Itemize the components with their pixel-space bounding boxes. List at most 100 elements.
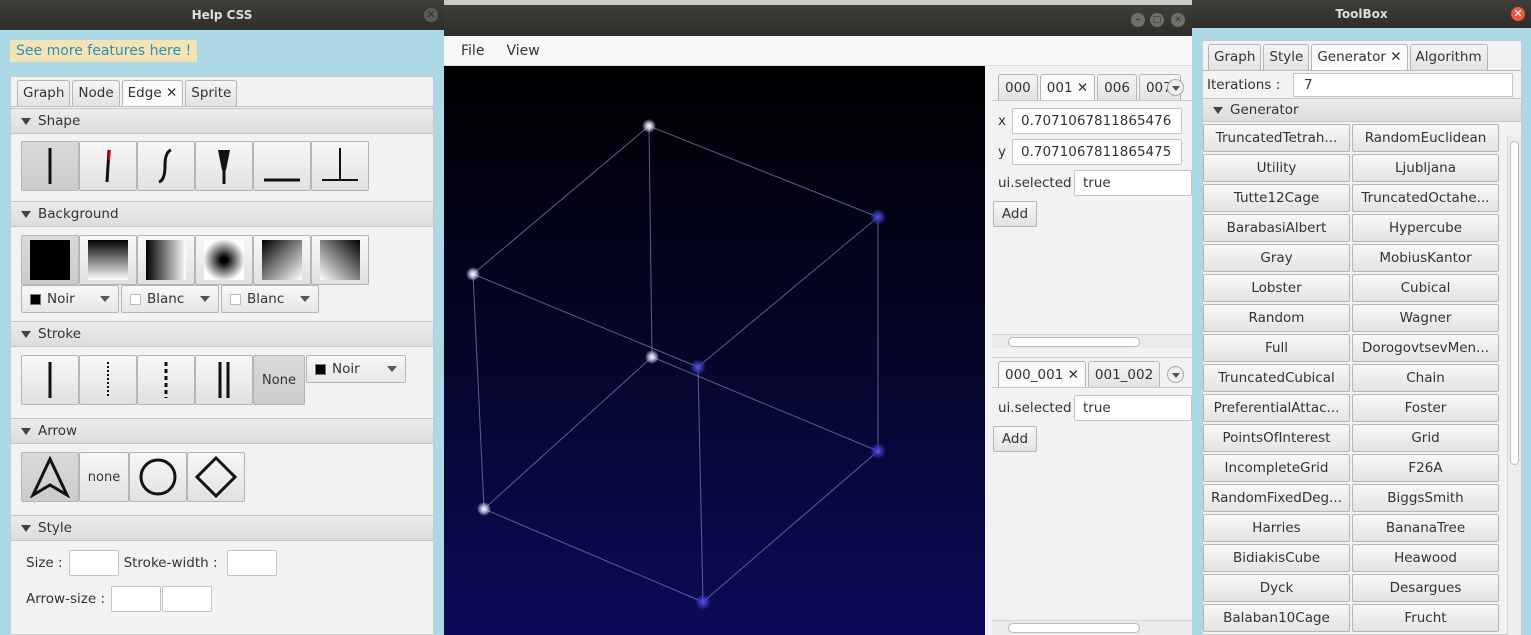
generator-button[interactable]: Dyck bbox=[1203, 574, 1350, 602]
generator-button[interactable]: Random bbox=[1203, 304, 1350, 332]
fill-color-select-1[interactable]: Noir bbox=[21, 285, 119, 313]
tab-generator[interactable]: Generator ✕ bbox=[1311, 44, 1408, 70]
generator-button[interactable]: Heawood bbox=[1352, 544, 1499, 572]
arrow-diamond-button[interactable] bbox=[187, 452, 245, 502]
generator-button[interactable]: Harries bbox=[1203, 514, 1350, 542]
tab-edge-001-002[interactable]: 001_002 bbox=[1087, 361, 1161, 387]
tabs-overflow-icon[interactable] bbox=[1167, 79, 1184, 96]
stroke-width-input[interactable] bbox=[226, 550, 277, 576]
generator-button[interactable]: DorogovtsevMen... bbox=[1352, 334, 1499, 362]
attr-value-ui-selected[interactable]: true bbox=[1074, 169, 1192, 196]
edge-attr-value-ui-selected[interactable]: true bbox=[1074, 394, 1192, 421]
tab-node-006[interactable]: 006 bbox=[1097, 74, 1137, 100]
section-style[interactable]: Style bbox=[11, 515, 433, 541]
stroke-double-button[interactable] bbox=[195, 355, 253, 405]
generator-button[interactable]: Hypercube bbox=[1352, 214, 1499, 242]
tab-node[interactable]: Node bbox=[72, 80, 120, 106]
generator-button[interactable]: TruncatedTetrah... bbox=[1203, 124, 1350, 152]
tab-graph[interactable]: Graph bbox=[1208, 44, 1262, 70]
generator-vscrollbar[interactable] bbox=[1507, 136, 1521, 635]
add-edge-attr-button[interactable]: Add bbox=[993, 426, 1037, 452]
section-generator[interactable]: Generator bbox=[1203, 98, 1521, 122]
close-icon[interactable]: ✕ bbox=[1068, 367, 1079, 383]
scroll-thumb[interactable] bbox=[1008, 337, 1140, 347]
generator-button[interactable]: Foster bbox=[1352, 394, 1499, 422]
generator-button[interactable]: Grid bbox=[1352, 424, 1499, 452]
generator-button[interactable]: BiggsSmith bbox=[1352, 484, 1499, 512]
generator-button[interactable]: Chain bbox=[1352, 364, 1499, 392]
generator-button[interactable]: PreferentialAttac... bbox=[1203, 394, 1350, 422]
shape-cubic-curve-button[interactable] bbox=[137, 141, 195, 191]
generator-button[interactable]: IncompleteGrid bbox=[1203, 454, 1350, 482]
arrow-none-button[interactable]: none bbox=[79, 452, 129, 502]
graph-node[interactable] bbox=[477, 502, 491, 516]
scroll-thumb[interactable] bbox=[1008, 623, 1140, 633]
close-icon[interactable]: ✕ bbox=[166, 85, 177, 101]
graph-node[interactable] bbox=[466, 267, 480, 281]
arrow-size-input-2[interactable] bbox=[162, 586, 212, 612]
generator-button[interactable]: Full bbox=[1203, 334, 1350, 362]
scroll-thumb[interactable] bbox=[1510, 141, 1519, 465]
fill-gradient-vertical-button[interactable] bbox=[79, 235, 137, 285]
section-background[interactable]: Background bbox=[11, 201, 433, 227]
help-css-titlebar[interactable]: Help CSS ✕ bbox=[0, 0, 444, 30]
size-input[interactable] bbox=[68, 550, 119, 576]
tab-algorithm[interactable]: Algorithm bbox=[1409, 44, 1488, 70]
tab-node-000[interactable]: 000 bbox=[998, 74, 1038, 100]
stroke-dashes-button[interactable] bbox=[137, 355, 195, 405]
generator-button[interactable]: Wagner bbox=[1352, 304, 1499, 332]
generator-button[interactable]: TruncatedOctahe... bbox=[1352, 184, 1499, 212]
tabs-overflow-icon[interactable] bbox=[1167, 366, 1184, 383]
arrow-size-input-1[interactable] bbox=[111, 586, 161, 612]
shape-polyline-button[interactable] bbox=[311, 141, 369, 191]
generator-button[interactable]: TruncatedCubical bbox=[1203, 364, 1350, 392]
generator-button[interactable]: BananaTree bbox=[1352, 514, 1499, 542]
arrow-default-button[interactable] bbox=[21, 452, 79, 502]
fill-gradient-diagonal2-button[interactable] bbox=[311, 235, 369, 285]
stroke-dots-button[interactable] bbox=[79, 355, 137, 405]
tab-sprite[interactable]: Sprite bbox=[185, 80, 238, 106]
more-features-link[interactable]: See more features here ! bbox=[10, 40, 198, 62]
graph-node[interactable] bbox=[645, 350, 659, 364]
shape-freeplane-button[interactable] bbox=[253, 141, 311, 191]
graph-node[interactable] bbox=[642, 119, 656, 133]
shape-line-button[interactable] bbox=[21, 141, 79, 191]
close-icon[interactable]: ✕ bbox=[424, 8, 438, 22]
close-icon[interactable]: ✕ bbox=[1511, 7, 1525, 21]
graph-node[interactable] bbox=[695, 594, 711, 610]
viewer-titlebar[interactable]: – □ ✕ bbox=[444, 5, 1192, 36]
graph-node[interactable] bbox=[870, 209, 886, 225]
section-arrow[interactable]: Arrow bbox=[11, 418, 433, 444]
generator-button[interactable]: RandomFixedDeg... bbox=[1203, 484, 1350, 512]
shape-blob-button[interactable] bbox=[195, 141, 253, 191]
shape-angle-button[interactable] bbox=[79, 141, 137, 191]
generator-button[interactable]: PointsOfInterest bbox=[1203, 424, 1350, 452]
generator-button[interactable]: Ljubljana bbox=[1352, 154, 1499, 182]
stroke-color-select[interactable]: Noir bbox=[306, 355, 406, 383]
fill-color-select-3[interactable]: Blanc bbox=[221, 285, 319, 313]
menu-file[interactable]: File bbox=[461, 43, 484, 59]
iterations-input[interactable]: 7 bbox=[1293, 72, 1513, 97]
fill-gradient-diagonal1-button[interactable] bbox=[253, 235, 311, 285]
fill-gradient-radial-button[interactable] bbox=[195, 235, 253, 285]
generator-button[interactable]: Balaban10Cage bbox=[1203, 604, 1350, 632]
section-stroke[interactable]: Stroke bbox=[11, 321, 433, 347]
node-attrs-hscrollbar[interactable] bbox=[992, 334, 1192, 348]
attr-value-y[interactable]: 0.7071067811865475 bbox=[1012, 138, 1182, 165]
fill-color-select-2[interactable]: Blanc bbox=[121, 285, 219, 313]
tab-edge-000-001[interactable]: 000_001 ✕ bbox=[998, 361, 1086, 387]
generator-button[interactable]: Cubical bbox=[1352, 274, 1499, 302]
menu-view[interactable]: View bbox=[506, 43, 539, 59]
graph-node[interactable] bbox=[690, 359, 706, 375]
toolbox-titlebar[interactable]: ToolBox ✕ bbox=[1192, 0, 1531, 28]
generator-button[interactable]: Lobster bbox=[1203, 274, 1350, 302]
tab-edge[interactable]: Edge ✕ bbox=[121, 80, 184, 106]
graph-canvas[interactable] bbox=[444, 66, 985, 635]
generator-button[interactable]: Desargues bbox=[1352, 574, 1499, 602]
add-node-attr-button[interactable]: Add bbox=[993, 201, 1037, 227]
tab-node-001[interactable]: 001 ✕ bbox=[1039, 74, 1096, 100]
arrow-circle-button[interactable] bbox=[129, 452, 187, 502]
stroke-plain-button[interactable] bbox=[21, 355, 79, 405]
tab-style[interactable]: Style bbox=[1263, 44, 1310, 70]
graph-node[interactable] bbox=[870, 443, 886, 459]
